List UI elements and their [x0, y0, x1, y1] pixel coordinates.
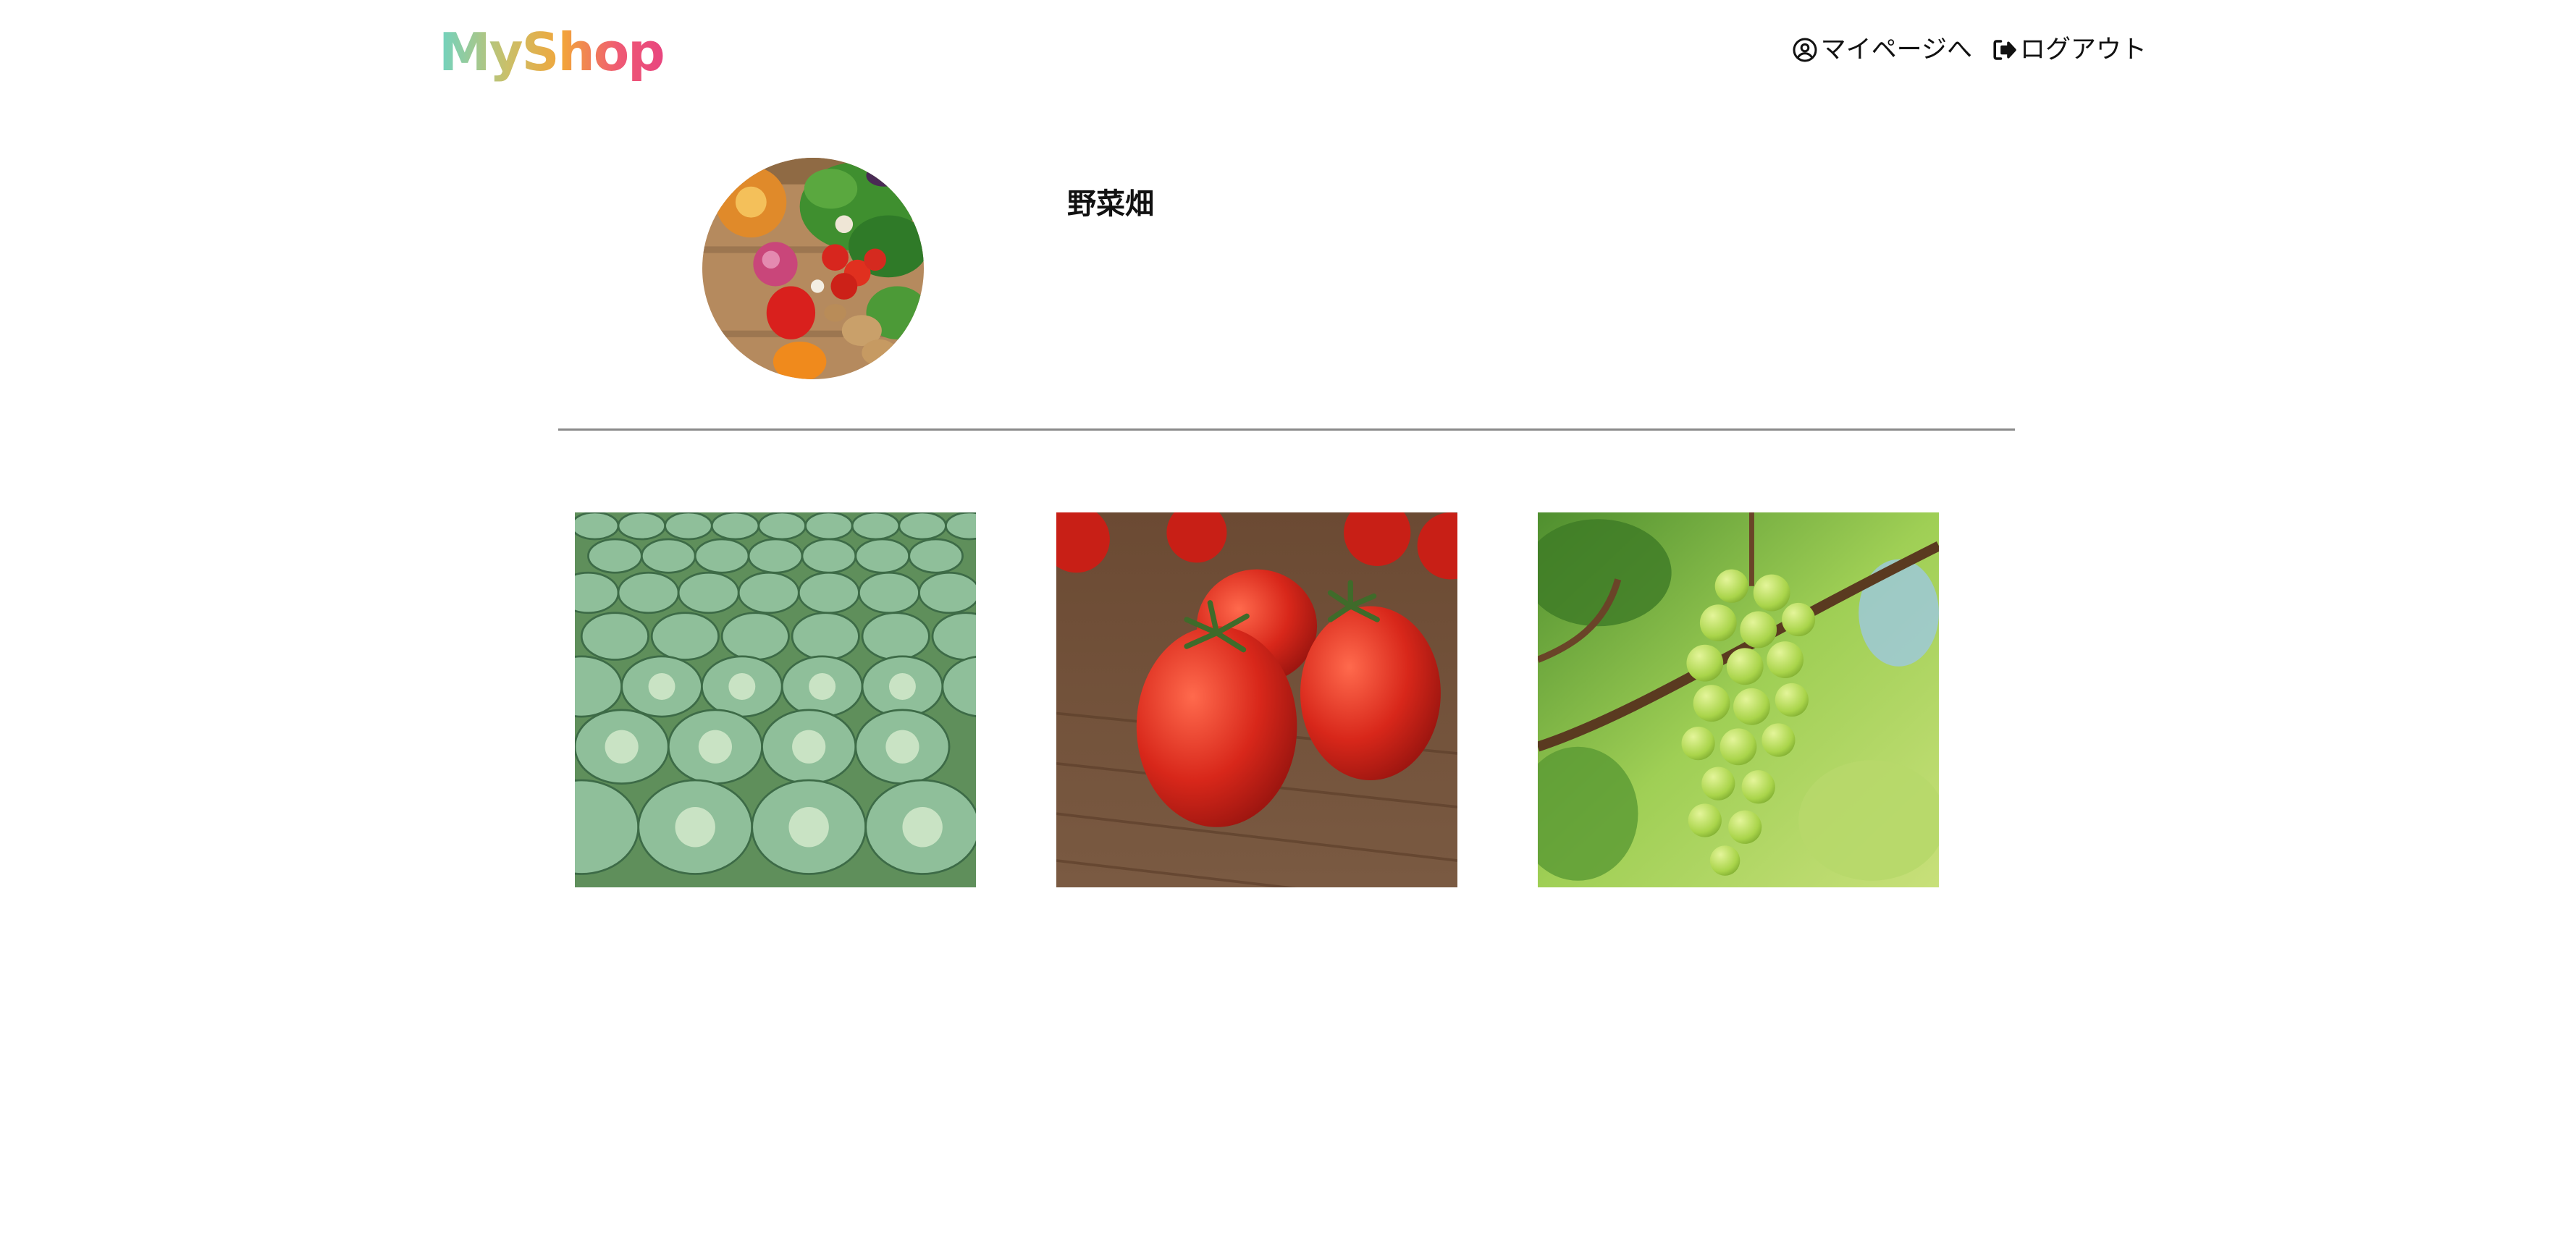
- product-card-grapes[interactable]: [1538, 512, 1939, 887]
- logout-link[interactable]: ログアウト: [1991, 32, 2147, 68]
- shop-avatar: [702, 158, 924, 379]
- shop-name: 野菜畑: [1067, 187, 1154, 221]
- page: MyShop マイページへ ログアウト 野菜畑: [0, 0, 2576, 1242]
- logout-label: ログアウト: [2019, 35, 2147, 64]
- tomato-image: [1056, 512, 1457, 887]
- divider: [558, 428, 2015, 431]
- product-card-cabbage[interactable]: [575, 512, 976, 887]
- shop-logo[interactable]: MyShop: [439, 16, 665, 88]
- mypage-link[interactable]: マイページへ: [1792, 32, 1972, 68]
- cabbage-image: [575, 512, 976, 887]
- user-circle-icon: [1792, 37, 1818, 63]
- sign-out-icon: [1991, 37, 2017, 63]
- grapes-image: [1538, 512, 1939, 887]
- product-card-tomato[interactable]: [1056, 512, 1457, 887]
- header-nav: マイページへ ログアウト: [1792, 32, 2147, 68]
- mypage-label: マイページへ: [1820, 35, 1972, 64]
